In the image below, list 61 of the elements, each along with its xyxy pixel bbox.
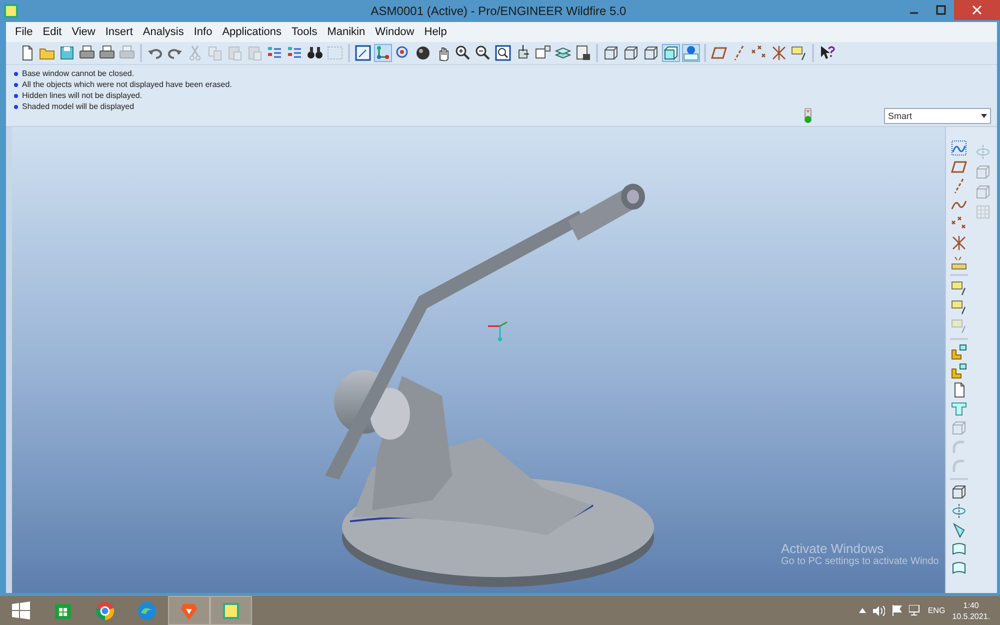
menu-item[interactable]: Help	[419, 24, 452, 40]
close-icon[interactable]	[972, 5, 982, 15]
bullet-icon	[14, 94, 18, 98]
wire-cube-icon[interactable]	[602, 44, 620, 62]
corner-block-icon[interactable]	[950, 343, 968, 361]
language-indicator[interactable]: ENG	[928, 606, 946, 615]
maximize-icon[interactable]	[936, 5, 946, 15]
wire-cube-icon[interactable]	[950, 483, 968, 501]
wire-cube-icon[interactable]	[622, 44, 640, 62]
menu-item[interactable]: Info	[188, 24, 218, 40]
menu-item[interactable]: Insert	[100, 24, 138, 40]
label-tag-icon[interactable]	[790, 44, 808, 62]
menu-item[interactable]: File	[10, 24, 38, 40]
clock-date[interactable]: 10.5.2021.	[952, 610, 990, 622]
speaker-icon[interactable]	[872, 606, 885, 616]
app-window-icon	[4, 4, 18, 18]
pin-icon[interactable]	[682, 44, 700, 62]
cursor-question-icon[interactable]	[818, 44, 836, 62]
zoom-out-icon[interactable]	[474, 44, 492, 62]
zoom-in-icon[interactable]	[454, 44, 472, 62]
t-block-icon[interactable]	[950, 400, 968, 418]
message-text: Hidden lines will not be displayed.	[22, 91, 142, 100]
activation-title: Activate Windows	[781, 541, 885, 556]
star-axes-icon[interactable]	[770, 44, 788, 62]
window-frame-icon[interactable]	[354, 44, 372, 62]
star-axes-icon[interactable]	[950, 234, 968, 252]
label-tag-icon[interactable]	[950, 298, 968, 316]
menu-item[interactable]: Analysis	[138, 24, 189, 40]
filter-dropdown[interactable]: Smart	[884, 108, 991, 124]
message-text: Shaded model will be displayed	[22, 102, 134, 111]
clock-time[interactable]: 1:40	[963, 600, 979, 610]
bullet-icon	[14, 82, 18, 86]
bullet-icon	[14, 72, 18, 76]
sketch-curve-icon[interactable]	[950, 139, 968, 157]
wire-cube-icon[interactable]	[642, 44, 660, 62]
zoom-fit-icon[interactable]	[494, 44, 512, 62]
sphere-icon[interactable]	[414, 44, 432, 62]
menu-item[interactable]: Applications	[217, 24, 287, 40]
sheet-icon[interactable]	[574, 44, 592, 62]
activation-text: Go to PC settings to activate Windo	[781, 556, 939, 567]
node-link-icon[interactable]	[374, 44, 392, 62]
menu-item[interactable]: Window	[370, 24, 420, 40]
traffic-light-icon	[804, 108, 812, 124]
message-text: All the objects which were not displayed have been erased.	[22, 80, 232, 89]
menu-item[interactable]: View	[66, 24, 100, 40]
network-icon[interactable]	[908, 605, 921, 616]
menu-item[interactable]: Manikin	[322, 24, 370, 40]
app-window-icon[interactable]	[210, 596, 252, 625]
menu-item[interactable]: Edit	[38, 24, 67, 40]
corner-block-icon[interactable]	[950, 362, 968, 380]
caret-icon[interactable]	[981, 114, 987, 118]
coordinate-axes-drawing	[488, 322, 508, 342]
bullet-icon	[14, 104, 18, 108]
shaded-cube-icon[interactable]	[662, 44, 680, 62]
message-text: Base window cannot be closed.	[22, 69, 134, 78]
flag-icon[interactable]	[892, 605, 902, 616]
mirror-icon[interactable]	[950, 502, 968, 520]
window-title: ASM0001 (Active) - Pro/ENGINEER Wildfire 5.0	[370, 4, 626, 18]
menu-item[interactable]: Tools	[286, 24, 322, 40]
close-button[interactable]	[954, 0, 1000, 20]
label-tag-icon[interactable]	[950, 279, 968, 297]
